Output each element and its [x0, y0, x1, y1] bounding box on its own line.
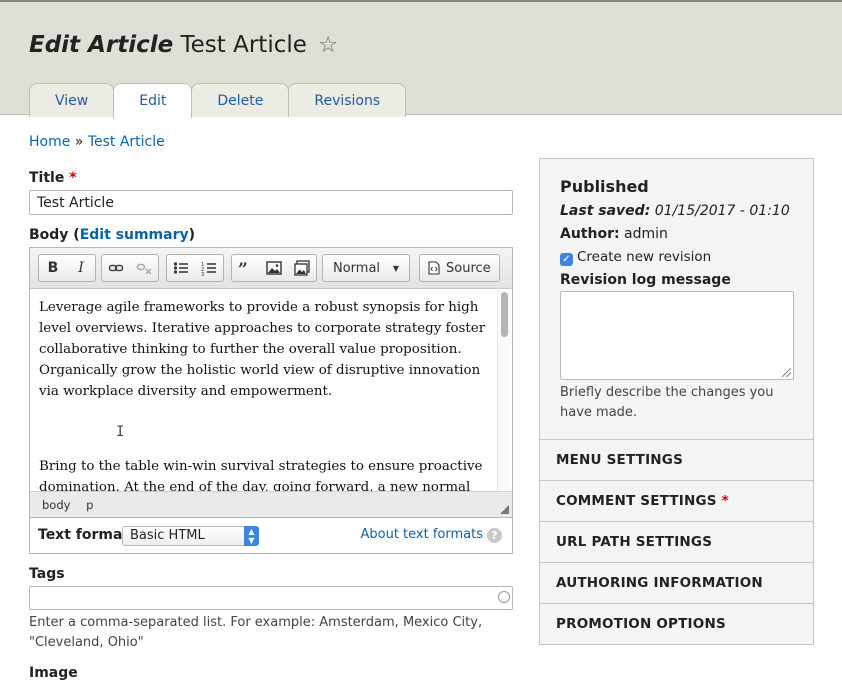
editor-scrollbar-thumb[interactable] [501, 292, 508, 337]
editor-toolbar: B I 123 ” Normal ▼ Source [30, 248, 512, 289]
editor-content[interactable]: Leverage agile frameworks to provide a r… [31, 290, 498, 491]
help-icon[interactable]: ? [487, 528, 502, 543]
title-input-value: Test Article [37, 195, 114, 211]
toolbar-group-links [101, 254, 159, 282]
required-marker: * [721, 493, 729, 509]
resize-handle-icon[interactable] [500, 505, 509, 514]
section-label: MENU SETTINGS [556, 452, 684, 468]
media-library-icon[interactable] [288, 255, 316, 281]
tab-delete[interactable]: Delete [191, 83, 290, 117]
breadcrumb-home[interactable]: Home [29, 134, 70, 150]
title-input[interactable]: Test Article [29, 190, 513, 215]
revision-log-textarea[interactable] [560, 291, 794, 380]
sidebar-meta: Published Last saved: 01/15/2017 - 01:10… [540, 159, 813, 440]
italic-button[interactable]: I [67, 255, 95, 281]
numbered-list-icon[interactable]: 123 [195, 255, 223, 281]
toolbar-group-media: ” [231, 254, 317, 282]
star-icon[interactable]: ☆ [318, 33, 338, 58]
about-text-formats[interactable]: About text formats? [360, 527, 502, 543]
path-item-p[interactable]: p [86, 498, 93, 512]
create-revision-checkbox[interactable]: ✓ [560, 253, 573, 266]
svg-text:”: ” [238, 260, 248, 276]
source-button-label: Source [446, 260, 491, 276]
tab-revisions[interactable]: Revisions [288, 83, 407, 117]
breadcrumb-current[interactable]: Test Article [88, 134, 165, 150]
editor-paragraph: Bring to the table win-win survival stra… [39, 459, 483, 491]
text-cursor-icon: I [116, 424, 125, 440]
source-button[interactable]: Source [419, 254, 500, 282]
tab-view[interactable]: View [29, 83, 115, 117]
section-label: COMMENT SETTINGS [556, 493, 717, 509]
revision-log-label: Revision log message [560, 272, 731, 288]
format-select[interactable]: Normal ▼ [322, 254, 410, 282]
text-format-bar: Text format Basic HTML ▲ ▼ About text for… [29, 518, 513, 554]
menu-settings-section[interactable]: MENU SETTINGS [540, 440, 813, 481]
path-item-body[interactable]: body [42, 498, 70, 512]
source-icon [428, 261, 440, 275]
breadcrumb-separator: » [74, 134, 84, 150]
editor-paragraph: Leverage agile frameworks to provide a r… [39, 300, 486, 399]
title-label: Title * [29, 170, 77, 186]
page-title: Edit Article Test Article ☆ [29, 32, 338, 58]
title-label-text: Title [29, 170, 65, 186]
link-icon[interactable] [102, 255, 130, 281]
editor-scrollbar[interactable] [497, 290, 511, 491]
comment-settings-section[interactable]: COMMENT SETTINGS * [540, 481, 813, 522]
required-marker: * [69, 170, 77, 186]
status-label: Published [560, 177, 649, 196]
revision-log-description: Briefly describe the changes you have ma… [560, 385, 774, 420]
image-icon[interactable] [260, 255, 288, 281]
unlink-icon[interactable] [130, 255, 158, 281]
edit-summary-link[interactable]: Edit summary [80, 227, 189, 243]
tab-edit[interactable]: Edit [113, 83, 193, 118]
section-label: AUTHORING INFORMATION [556, 575, 763, 591]
about-text-formats-link[interactable]: About text formats [360, 527, 483, 542]
create-revision-label[interactable]: Create new revision [577, 249, 711, 265]
autocomplete-icon [498, 591, 510, 603]
format-select-value: Normal [333, 260, 381, 276]
tags-label: Tags [29, 566, 65, 582]
textarea-resize-icon[interactable] [782, 368, 791, 377]
tags-description: Enter a comma-separated list. For exampl… [29, 615, 483, 650]
bold-button[interactable]: B [39, 255, 67, 281]
page-header: Edit Article Test Article ☆ View Edit De… [0, 0, 842, 118]
svg-text:3: 3 [201, 272, 204, 276]
last-saved-label: Last saved: [560, 203, 651, 219]
text-format-select[interactable]: Basic HTML ▲ ▼ [122, 526, 259, 546]
last-saved: Last saved: 01/15/2017 - 01:10 [560, 203, 790, 219]
body-label: Body (Edit summary) [29, 227, 196, 243]
caret-down-icon: ▼ [392, 263, 399, 273]
last-saved-value: 01/15/2017 - 01:10 [654, 203, 790, 219]
authoring-information-section[interactable]: AUTHORING INFORMATION [540, 563, 813, 604]
blockquote-icon[interactable]: ” [232, 255, 260, 281]
tags-input[interactable] [29, 586, 513, 610]
breadcrumb: Home » Test Article [29, 134, 165, 150]
image-label: Image [29, 665, 78, 681]
element-path-bar: body p [30, 491, 512, 517]
text-format-value: Basic HTML [130, 528, 205, 543]
primary-tabs: View Edit Delete Revisions [29, 83, 407, 118]
body-editor: B I 123 ” Normal ▼ Source Leverage agile… [29, 247, 513, 518]
author-label: Author: [560, 226, 620, 242]
toolbar-group-lists: 123 [166, 254, 224, 282]
select-arrows-icon: ▲ ▼ [244, 526, 259, 546]
create-revision-option[interactable]: ✓ Create new revision [560, 249, 711, 266]
toolbar-group-basic: B I [38, 254, 96, 282]
url-path-settings-section[interactable]: URL PATH SETTINGS [540, 522, 813, 563]
text-format-label: Text format [38, 527, 130, 543]
body-label-text: Body [29, 227, 69, 243]
page-title-name: Test Article [180, 32, 307, 58]
author-value: admin [624, 226, 668, 242]
section-label: URL PATH SETTINGS [556, 534, 713, 550]
promotion-options-section[interactable]: PROMOTION OPTIONS [540, 604, 813, 645]
section-label: PROMOTION OPTIONS [556, 616, 726, 632]
sidebar: Published Last saved: 01/15/2017 - 01:10… [539, 158, 814, 645]
page-title-prefix: Edit Article [29, 32, 174, 58]
author: Author: admin [560, 226, 668, 242]
bulleted-list-icon[interactable] [167, 255, 195, 281]
